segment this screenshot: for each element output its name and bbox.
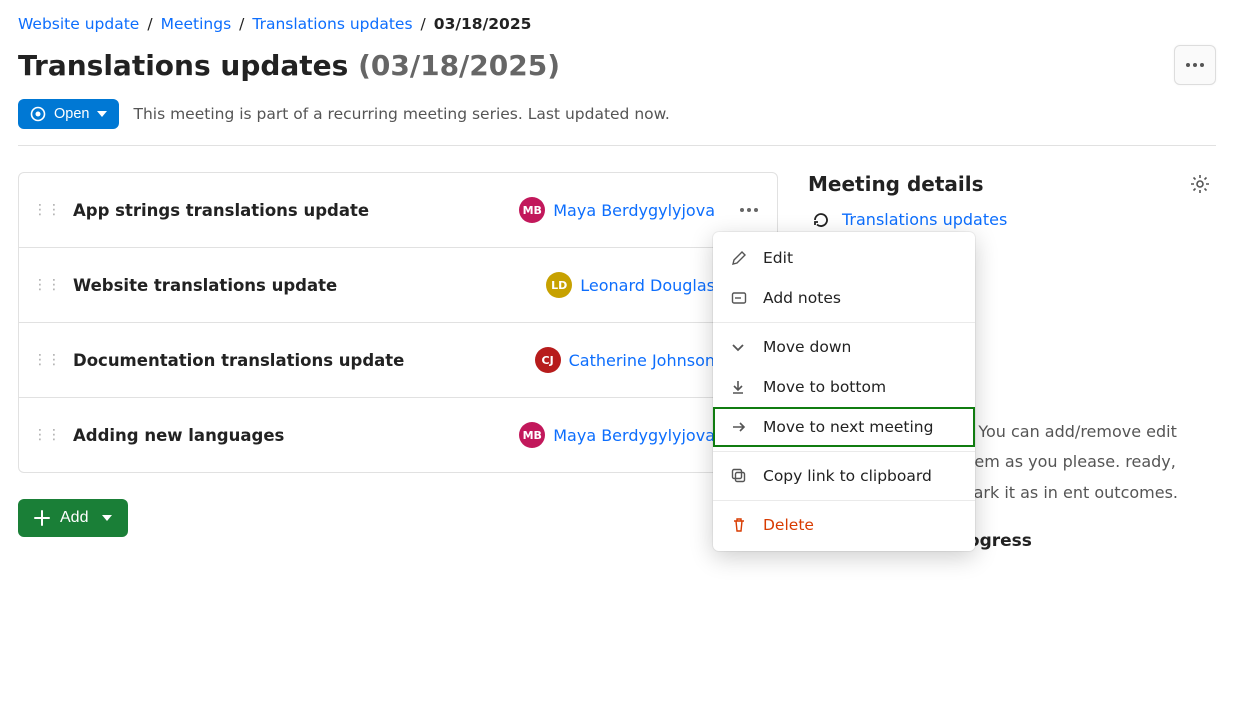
assignee[interactable]: LD Leonard Douglas — [546, 272, 715, 298]
assignee[interactable]: MB Maya Berdygylyjova — [519, 197, 715, 223]
avatar: MB — [519, 422, 545, 448]
agenda-list: ⋮⋮ App strings translations update MB Ma… — [18, 172, 778, 473]
record-icon — [30, 106, 46, 122]
agenda-item-more-button[interactable] — [735, 207, 763, 213]
recurrence-icon — [812, 211, 830, 229]
agenda-item[interactable]: ⋮⋮ Adding new languages MB Maya Berdygyl… — [19, 398, 777, 472]
menu-separator — [713, 500, 975, 501]
more-icon — [739, 207, 759, 213]
truncated-text: T — [958, 249, 1216, 267]
menu-delete[interactable]: Delete — [713, 505, 975, 545]
caret-down-icon — [97, 111, 107, 117]
caret-down-icon — [102, 515, 112, 521]
menu-edit[interactable]: Edit — [713, 238, 975, 278]
arrow-down-to-line-icon — [731, 380, 749, 394]
agenda-item-title: Website translations update — [73, 276, 534, 295]
chevron-down-icon — [731, 340, 749, 354]
recurrence-link[interactable]: Translations updates — [812, 210, 1216, 229]
menu-move-down[interactable]: Move down — [713, 327, 975, 367]
pencil-icon — [731, 250, 749, 266]
agenda-item-title: App strings translations update — [73, 201, 507, 220]
drag-handle-icon[interactable]: ⋮⋮ — [33, 278, 61, 292]
breadcrumb-current: 03/18/2025 — [434, 15, 532, 33]
arrow-right-icon — [731, 420, 749, 434]
menu-add-notes[interactable]: Add notes — [713, 278, 975, 318]
divider — [18, 145, 1216, 146]
menu-move-bottom[interactable]: Move to bottom — [713, 367, 975, 407]
assignee[interactable]: CJ Catherine Johnson — [535, 347, 715, 373]
agenda-item[interactable]: ⋮⋮ App strings translations update MB Ma… — [19, 173, 777, 248]
menu-separator — [713, 322, 975, 323]
agenda-item-context-menu: Edit Add notes Move down — [713, 232, 975, 551]
avatar: LD — [546, 272, 572, 298]
page-title: Translations updates (03/18/2025) — [18, 49, 560, 82]
description-text: n. You can add/remove edit them as you p… — [958, 417, 1216, 508]
add-button[interactable]: Add — [18, 499, 128, 537]
breadcrumb: Website update / Meetings / Translations… — [18, 15, 1216, 33]
status-dropdown[interactable]: Open — [18, 99, 119, 129]
breadcrumb-separator: / — [421, 15, 426, 33]
notes-icon — [731, 290, 749, 306]
breadcrumb-separator: / — [147, 15, 152, 33]
settings-button[interactable] — [1184, 173, 1216, 195]
drag-handle-icon[interactable]: ⋮⋮ — [33, 353, 61, 367]
agenda-item-title: Adding new languages — [73, 426, 507, 445]
plus-icon — [34, 510, 50, 526]
breadcrumb-link[interactable]: Website update — [18, 15, 139, 33]
breadcrumb-separator: / — [239, 15, 244, 33]
drag-handle-icon[interactable]: ⋮⋮ — [33, 203, 61, 217]
more-icon — [1185, 62, 1205, 68]
page-more-button[interactable] — [1174, 45, 1216, 85]
menu-copy-link[interactable]: Copy link to clipboard — [713, 456, 975, 496]
breadcrumb-link[interactable]: Translations updates — [252, 15, 412, 33]
meeting-details-heading: Meeting details — [808, 172, 1216, 196]
gear-icon — [1190, 174, 1210, 194]
agenda-item[interactable]: ⋮⋮ Website translations update LD Leonar… — [19, 248, 777, 323]
drag-handle-icon[interactable]: ⋮⋮ — [33, 428, 61, 442]
menu-separator — [713, 451, 975, 452]
avatar: MB — [519, 197, 545, 223]
breadcrumb-link[interactable]: Meetings — [161, 15, 232, 33]
status-note: This meeting is part of a recurring meet… — [133, 105, 669, 123]
assignee[interactable]: MB Maya Berdygylyjova — [519, 422, 715, 448]
agenda-item-title: Documentation translations update — [73, 351, 523, 370]
copy-icon — [731, 468, 749, 484]
trash-icon — [731, 517, 749, 533]
menu-move-next-meeting[interactable]: Move to next meeting — [713, 407, 975, 447]
avatar: CJ — [535, 347, 561, 373]
agenda-item[interactable]: ⋮⋮ Documentation translations update CJ … — [19, 323, 777, 398]
